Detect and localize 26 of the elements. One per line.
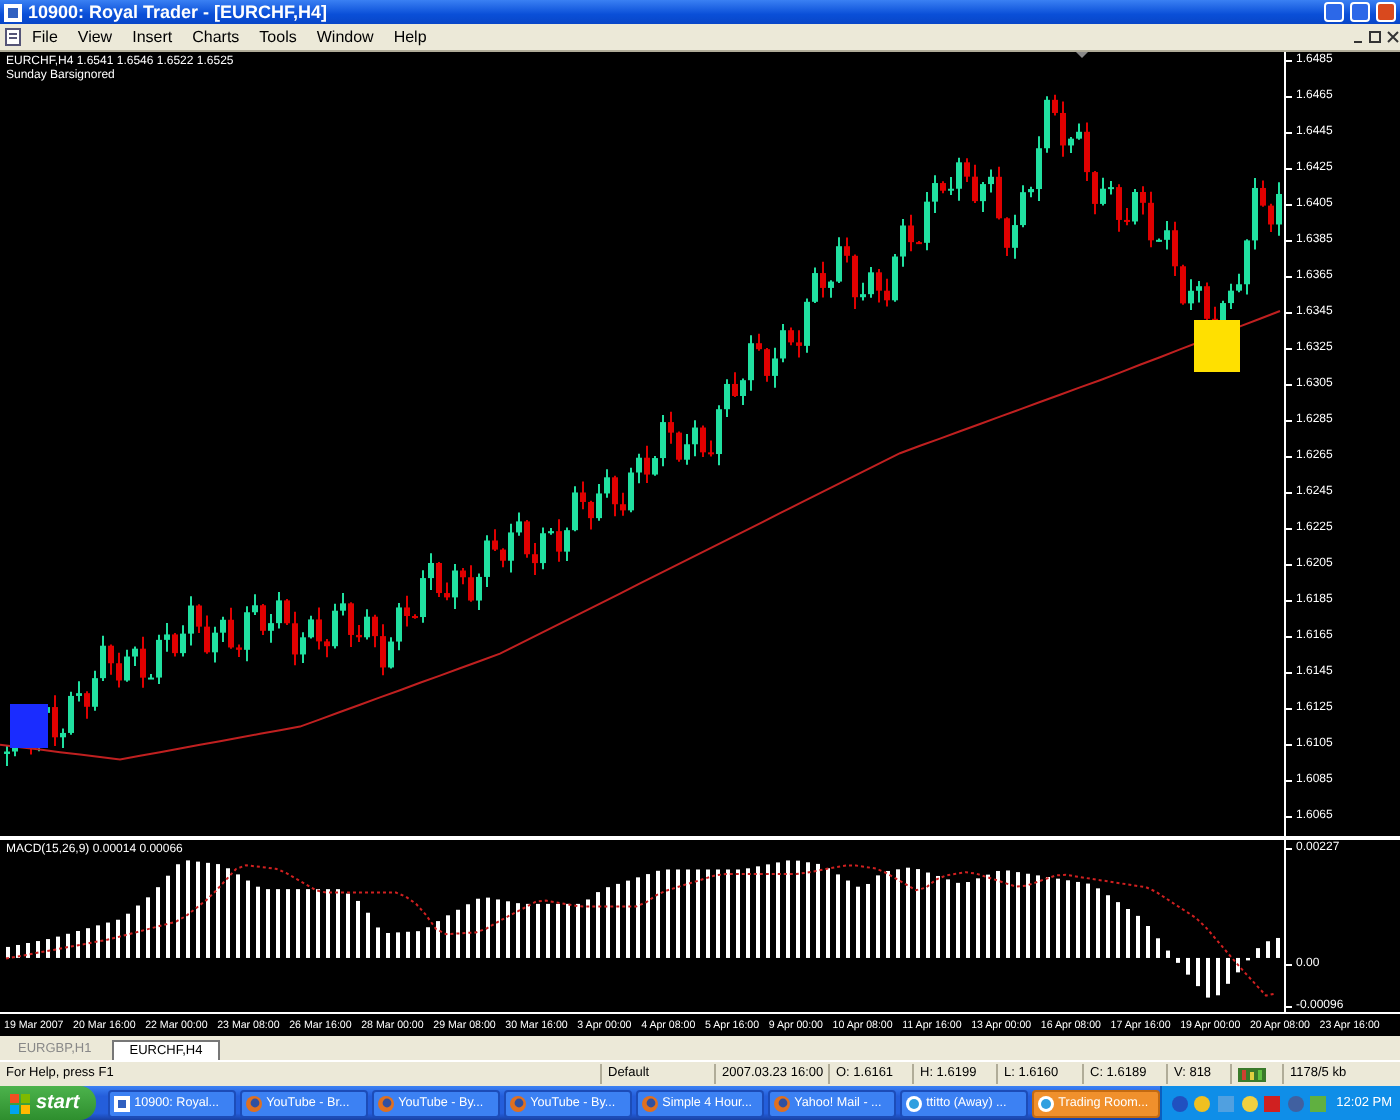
- window-title: 10900: Royal Trader - [EURCHF,H4]: [28, 2, 330, 22]
- minimize-button[interactable]: [1324, 2, 1344, 22]
- globe-icon: [246, 1095, 263, 1111]
- document-icon: [4, 28, 22, 46]
- menu-item[interactable]: Window: [306, 28, 384, 46]
- connection-icon: [1238, 1067, 1266, 1081]
- close-button[interactable]: [1376, 2, 1396, 22]
- menu-item[interactable]: Charts: [182, 28, 250, 46]
- maximize-button[interactable]: [1350, 2, 1370, 22]
- menu-item[interactable]: Tools: [249, 28, 307, 46]
- app-icon: [4, 3, 22, 21]
- menu-item[interactable]: View: [67, 28, 123, 46]
- globe-icon: [642, 1095, 659, 1111]
- globe-icon: [774, 1095, 791, 1111]
- child-window-controls-icon[interactable]: [1352, 29, 1400, 45]
- globe-icon: [510, 1095, 527, 1111]
- chat-icon: [1038, 1095, 1055, 1111]
- menu-item[interactable]: File: [22, 28, 68, 46]
- globe-icon: [378, 1095, 395, 1111]
- triangle-icon: [1076, 52, 1088, 58]
- windows-logo-icon: [10, 1093, 30, 1113]
- menu-item[interactable]: Help: [383, 28, 437, 46]
- chat-icon: [906, 1095, 923, 1111]
- menu-item[interactable]: Insert: [122, 28, 183, 46]
- start-button[interactable]: start: [0, 1086, 97, 1120]
- app-icon: [114, 1095, 131, 1111]
